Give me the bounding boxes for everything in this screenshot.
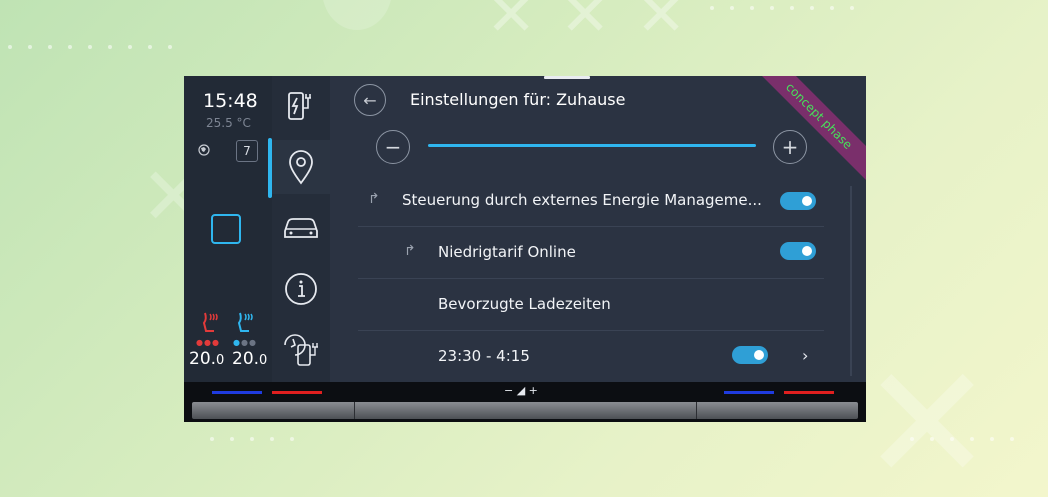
nav-active-indicator: [268, 138, 272, 198]
nav-timer-charging[interactable]: [272, 322, 330, 376]
back-arrow-icon: ←: [363, 90, 377, 110]
drag-handle[interactable]: [544, 76, 590, 79]
scrollbar[interactable]: [850, 186, 852, 376]
row-label: 23:30 - 4:15: [438, 347, 530, 365]
zoom-slider[interactable]: [428, 144, 756, 147]
row-label: Bevorzugte Ladezeiten: [438, 295, 611, 313]
heat-left-red: [272, 391, 322, 394]
settings-panel: ← Einstellungen für: Zuhause − + ↱ Steue…: [330, 76, 866, 382]
side-navigation: [272, 76, 330, 382]
nav-location[interactable]: [272, 140, 330, 194]
home-square-button[interactable]: [211, 214, 241, 244]
toggle-external-energy[interactable]: [780, 192, 816, 210]
fan-right-blue: [724, 391, 774, 394]
list-item-time-slot[interactable]: 23:30 - 4:15 ›: [358, 332, 824, 382]
toggle-low-tariff[interactable]: [780, 242, 816, 260]
status-panel: 15:48 25.5 °C 7 ●●● ●●● 20.0 20.0: [184, 76, 272, 382]
seat-vent-level: ●●●: [233, 338, 257, 347]
chevron-right-icon[interactable]: ›: [802, 346, 808, 365]
touch-slider-bar[interactable]: [192, 402, 858, 419]
fan-left-blue: [212, 391, 262, 394]
zoom-in-button[interactable]: +: [773, 130, 807, 164]
list-item-external-energy[interactable]: ↱ Steuerung durch externes Energie Manag…: [358, 176, 824, 227]
heat-right-red: [784, 391, 834, 394]
page-title: Einstellungen für: Zuhause: [410, 90, 626, 109]
zoom-out-button[interactable]: −: [376, 130, 410, 164]
temperature-left[interactable]: 20.0: [189, 349, 224, 369]
seat-heating-left-icon[interactable]: [198, 311, 220, 335]
temperature-right[interactable]: 20.0: [232, 349, 267, 369]
clock: 15:48: [203, 90, 258, 112]
globe-icon: [198, 144, 210, 156]
minus-icon: −: [384, 135, 402, 159]
climate-bar: − ◢ +: [184, 382, 866, 422]
sub-arrow-icon: ↱: [404, 243, 416, 259]
plus-icon: +: [781, 135, 799, 159]
outside-temperature: 25.5 °C: [206, 116, 251, 130]
list-item-low-tariff[interactable]: ↱ Niedrigtarif Online: [358, 228, 824, 279]
row-label: Steuerung durch externes Energie Managem…: [402, 191, 762, 209]
list-item-preferred-times[interactable]: Bevorzugte Ladezeiten: [358, 280, 824, 331]
toggle-time-slot[interactable]: [732, 346, 768, 364]
notification-badge[interactable]: 7: [236, 140, 258, 162]
back-button[interactable]: ←: [354, 84, 386, 116]
charging-station-icon: [288, 92, 311, 120]
seat-ventilation-right-icon[interactable]: [233, 311, 255, 335]
nav-info[interactable]: [272, 262, 330, 316]
location-pin-icon: [289, 150, 313, 185]
info-icon: [285, 273, 317, 305]
timer-charging-icon: [284, 334, 318, 366]
nav-charging[interactable]: [272, 80, 330, 134]
nav-car[interactable]: [272, 201, 330, 255]
infotainment-screen: 15:48 25.5 °C 7 ●●● ●●● 20.0 20.0 ← Eins…: [184, 76, 866, 382]
seat-heat-level: ●●●: [196, 338, 220, 347]
volume-control[interactable]: − ◢ +: [504, 384, 538, 397]
car-icon: [284, 218, 318, 238]
sub-arrow-icon: ↱: [368, 191, 380, 207]
row-label: Niedrigtarif Online: [438, 243, 576, 261]
